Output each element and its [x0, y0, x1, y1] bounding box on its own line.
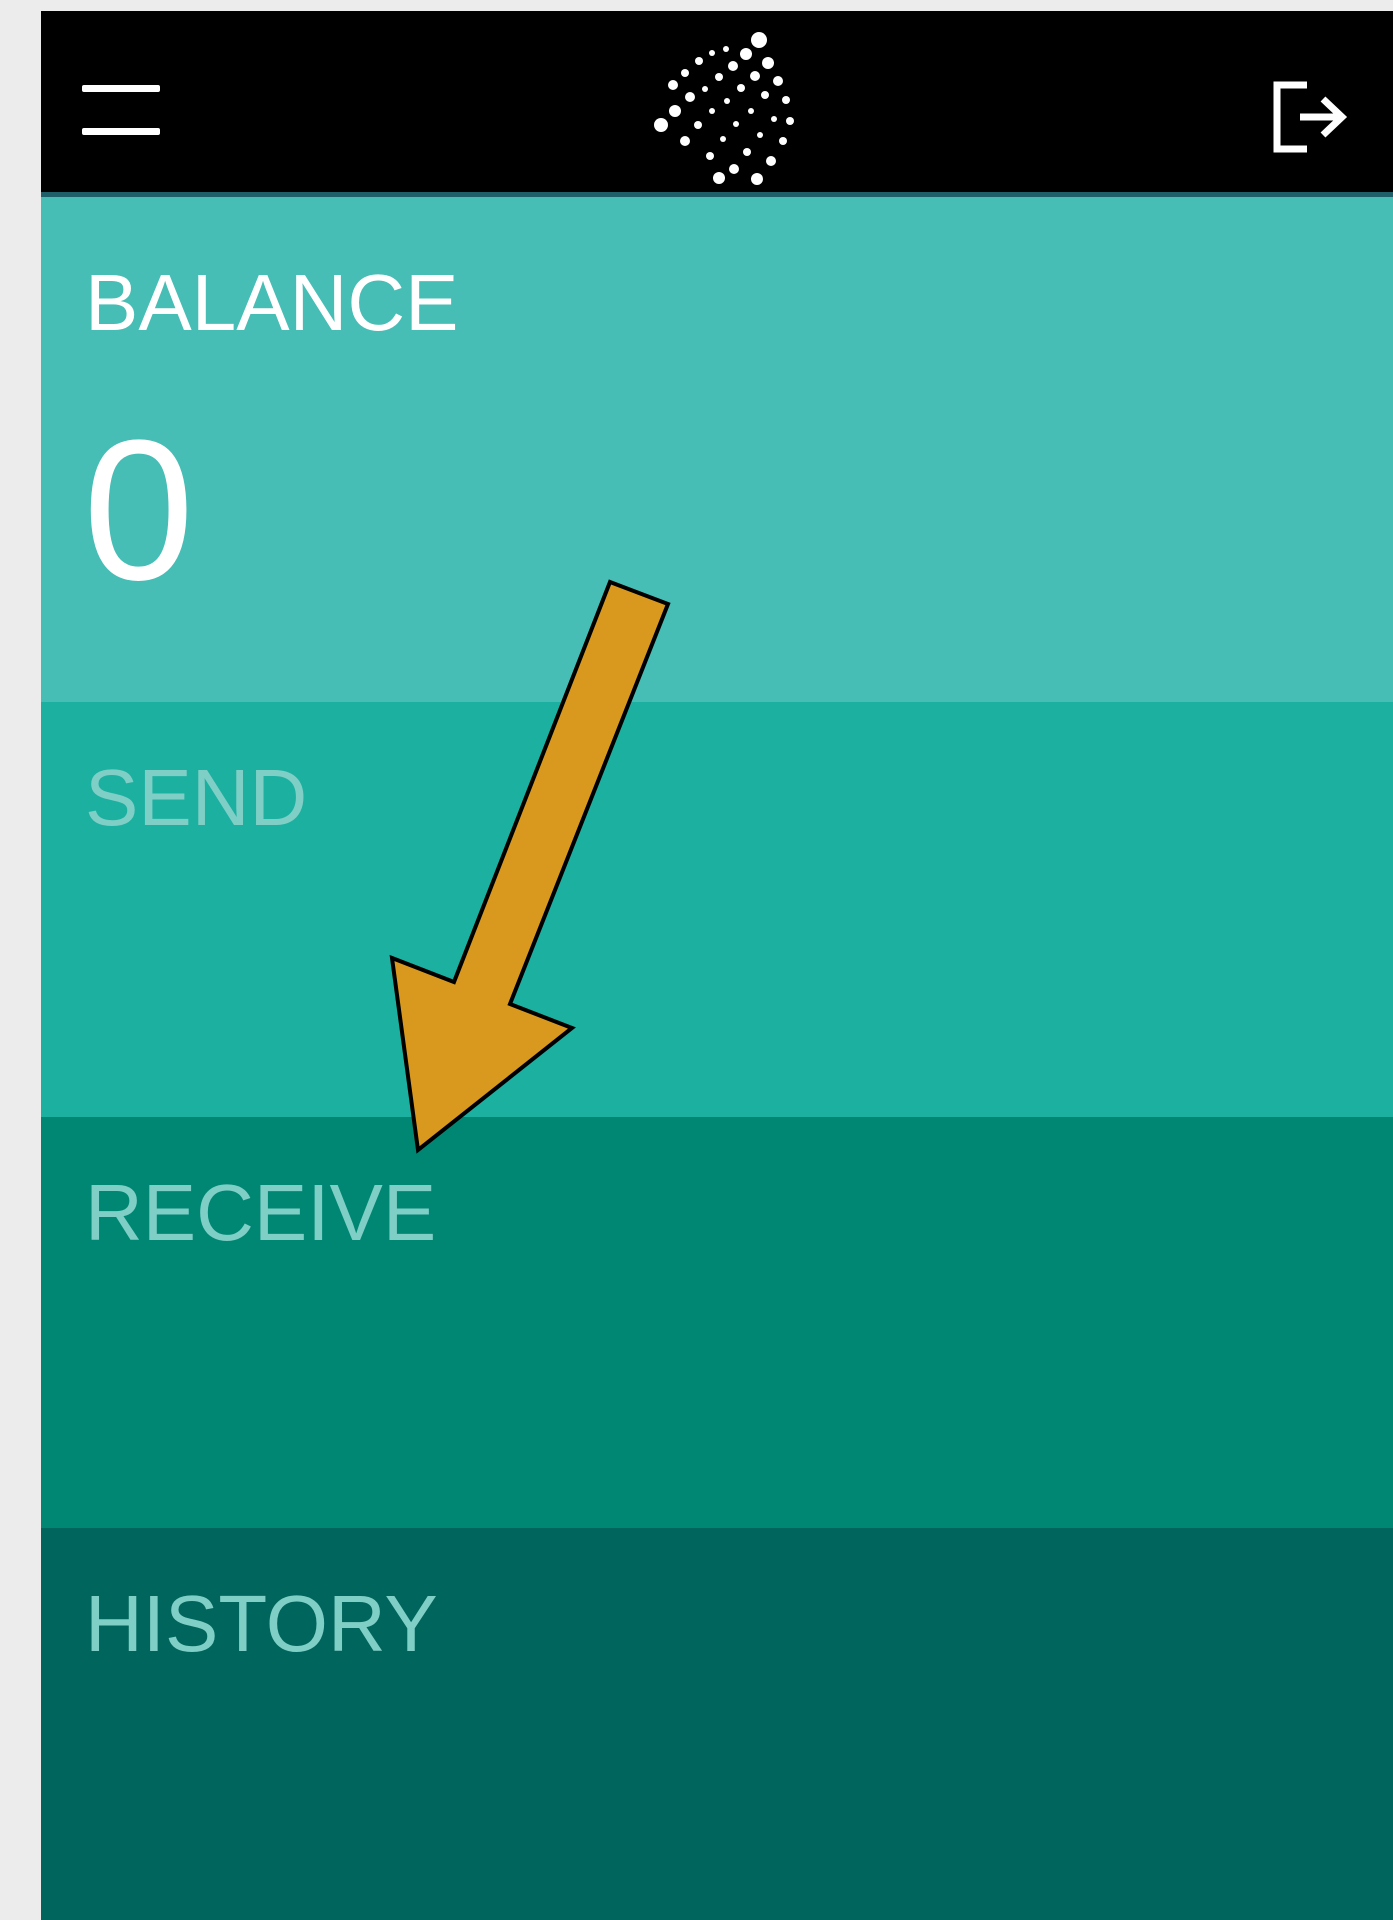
logout-icon[interactable] [1269, 79, 1351, 155]
balance-label: BALANCE [85, 258, 459, 347]
history-label: HISTORY [85, 1579, 438, 1668]
receive-panel[interactable]: RECEIVE [41, 1117, 1393, 1528]
receive-label: RECEIVE [85, 1168, 437, 1257]
top-bar [41, 11, 1393, 197]
send-label: SEND [85, 753, 308, 842]
iota-logo-icon [654, 32, 794, 185]
balance-value: 0 [83, 399, 195, 622]
send-panel[interactable]: SEND [41, 702, 1393, 1117]
history-panel[interactable]: HISTORY [41, 1528, 1393, 1920]
wallet-screen: BALANCE 0 SEND RECEIVE HISTORY [41, 11, 1393, 1920]
hamburger-menu-icon[interactable] [82, 85, 160, 135]
balance-panel: BALANCE 0 [41, 197, 1393, 702]
